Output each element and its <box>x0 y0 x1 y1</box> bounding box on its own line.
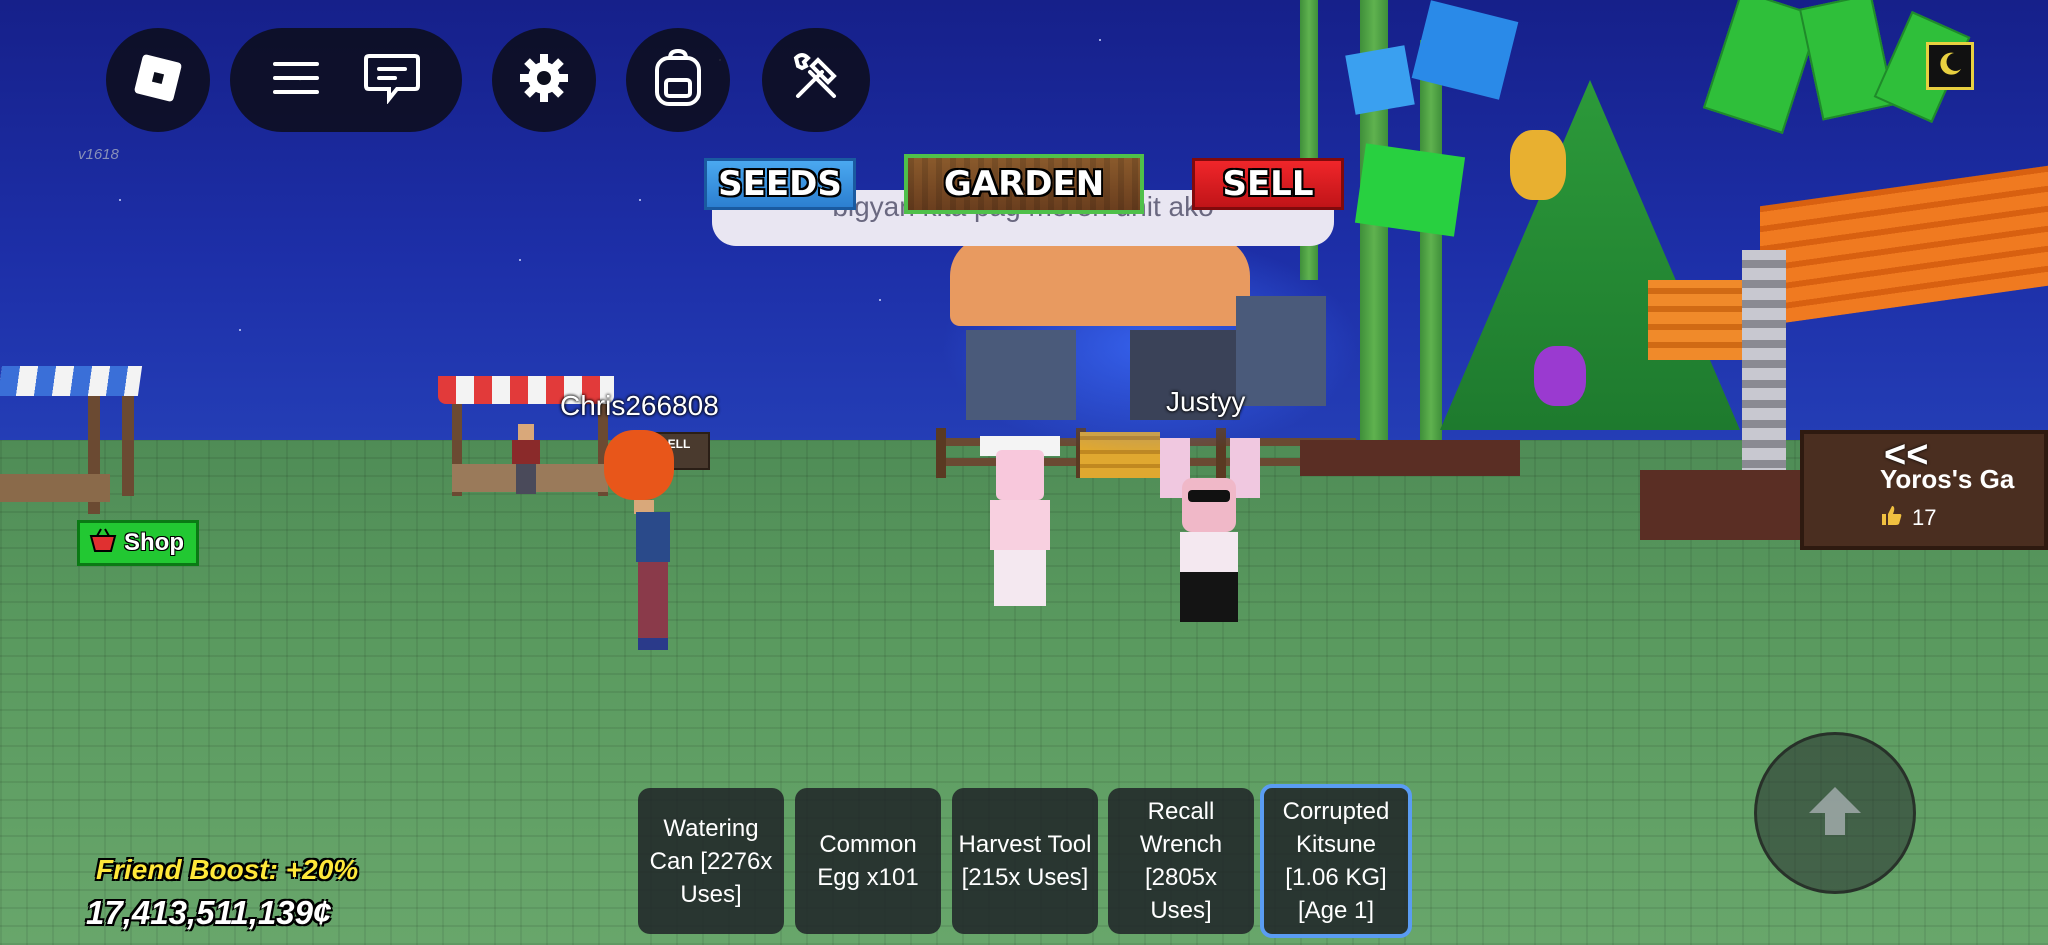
sell-button[interactable]: SELL <box>1192 158 1344 210</box>
build-tools-icon <box>784 46 848 115</box>
settings-icon <box>516 50 572 111</box>
player-pink[interactable] <box>980 436 1060 606</box>
arrow-up-icon <box>1805 783 1865 844</box>
shop-button[interactable]: Shop <box>77 520 199 566</box>
dark-pet <box>1236 296 1326 406</box>
hotbar-slot-label: Harvest Tool [215x Uses] <box>958 831 1092 891</box>
basket-icon <box>88 527 118 560</box>
day-night-toggle[interactable] <box>1926 42 1974 90</box>
roblox-logo-icon <box>129 49 187 112</box>
shop-label: Shop <box>124 529 184 556</box>
blue-flower <box>1345 45 1415 115</box>
moon-icon <box>1936 50 1964 83</box>
roblox-menu-button[interactable] <box>106 28 210 132</box>
green-flower <box>1354 143 1466 237</box>
blue-stall <box>0 366 143 516</box>
seeds-button[interactable]: SEEDS <box>704 158 856 210</box>
player-justyy[interactable] <box>1154 438 1264 622</box>
purple-fruit <box>1534 346 1586 406</box>
thumbs-up-icon <box>1880 504 1904 532</box>
settings-button[interactable] <box>492 28 596 132</box>
hotbar-slot-label: Watering Can [2276x Uses] <box>649 814 773 908</box>
hotbar-slot-label: Common Egg x101 <box>817 831 919 891</box>
hotbar-slot-common-egg[interactable]: Common Egg x101 <box>795 788 941 934</box>
hotbar-slot-label: Recall Wrench [2805x Uses] <box>1139 798 1223 924</box>
player-name-chris: Chris266808 <box>560 390 719 421</box>
version-label: v1618 <box>78 146 119 163</box>
hotbar-slot-watering-can[interactable]: Watering Can [2276x Uses] <box>638 788 784 934</box>
hotbar-slot-label: Corrupted Kitsune [1.06 KG] [Age 1] <box>1282 798 1390 924</box>
hotbar-slot-recall-wrench[interactable]: Recall Wrench [2805x Uses] <box>1108 788 1254 934</box>
player-name-justyy: Justyy <box>1166 386 1246 417</box>
sign-likes-count: 17 <box>1912 505 1937 530</box>
beanstalk <box>1420 40 1442 440</box>
jump-button[interactable] <box>1754 732 1916 894</box>
backpack-button[interactable] <box>626 28 730 132</box>
chat-icon[interactable] <box>363 52 421 109</box>
garden-sign: << Yoros's Ga 17 <box>1800 430 2048 550</box>
sign-owner: Yoros's Ga <box>1880 464 2015 494</box>
orange-pet <box>950 236 1250 326</box>
backpack-icon <box>651 48 705 113</box>
player-chris[interactable] <box>600 430 680 650</box>
sign-likes: 17 <box>1880 504 1936 532</box>
hotbar-slot-harvest-tool[interactable]: Harvest Tool [215x Uses] <box>952 788 1098 934</box>
build-tools-button[interactable] <box>762 28 870 132</box>
friend-boost: Friend Boost: +20% <box>96 854 359 885</box>
menu-chat-group <box>230 28 462 132</box>
money-counter: 17,413,511,139¢ <box>86 894 332 931</box>
dark-pet <box>966 330 1076 420</box>
stall-npc <box>512 424 540 494</box>
hotbar-slot-corrupted-kitsune[interactable]: Corrupted Kitsune [1.06 KG] [Age 1] <box>1260 784 1412 938</box>
menu-icon[interactable] <box>271 58 321 103</box>
garden-button[interactable]: GARDEN <box>904 154 1144 214</box>
yellow-fruit <box>1510 130 1566 200</box>
